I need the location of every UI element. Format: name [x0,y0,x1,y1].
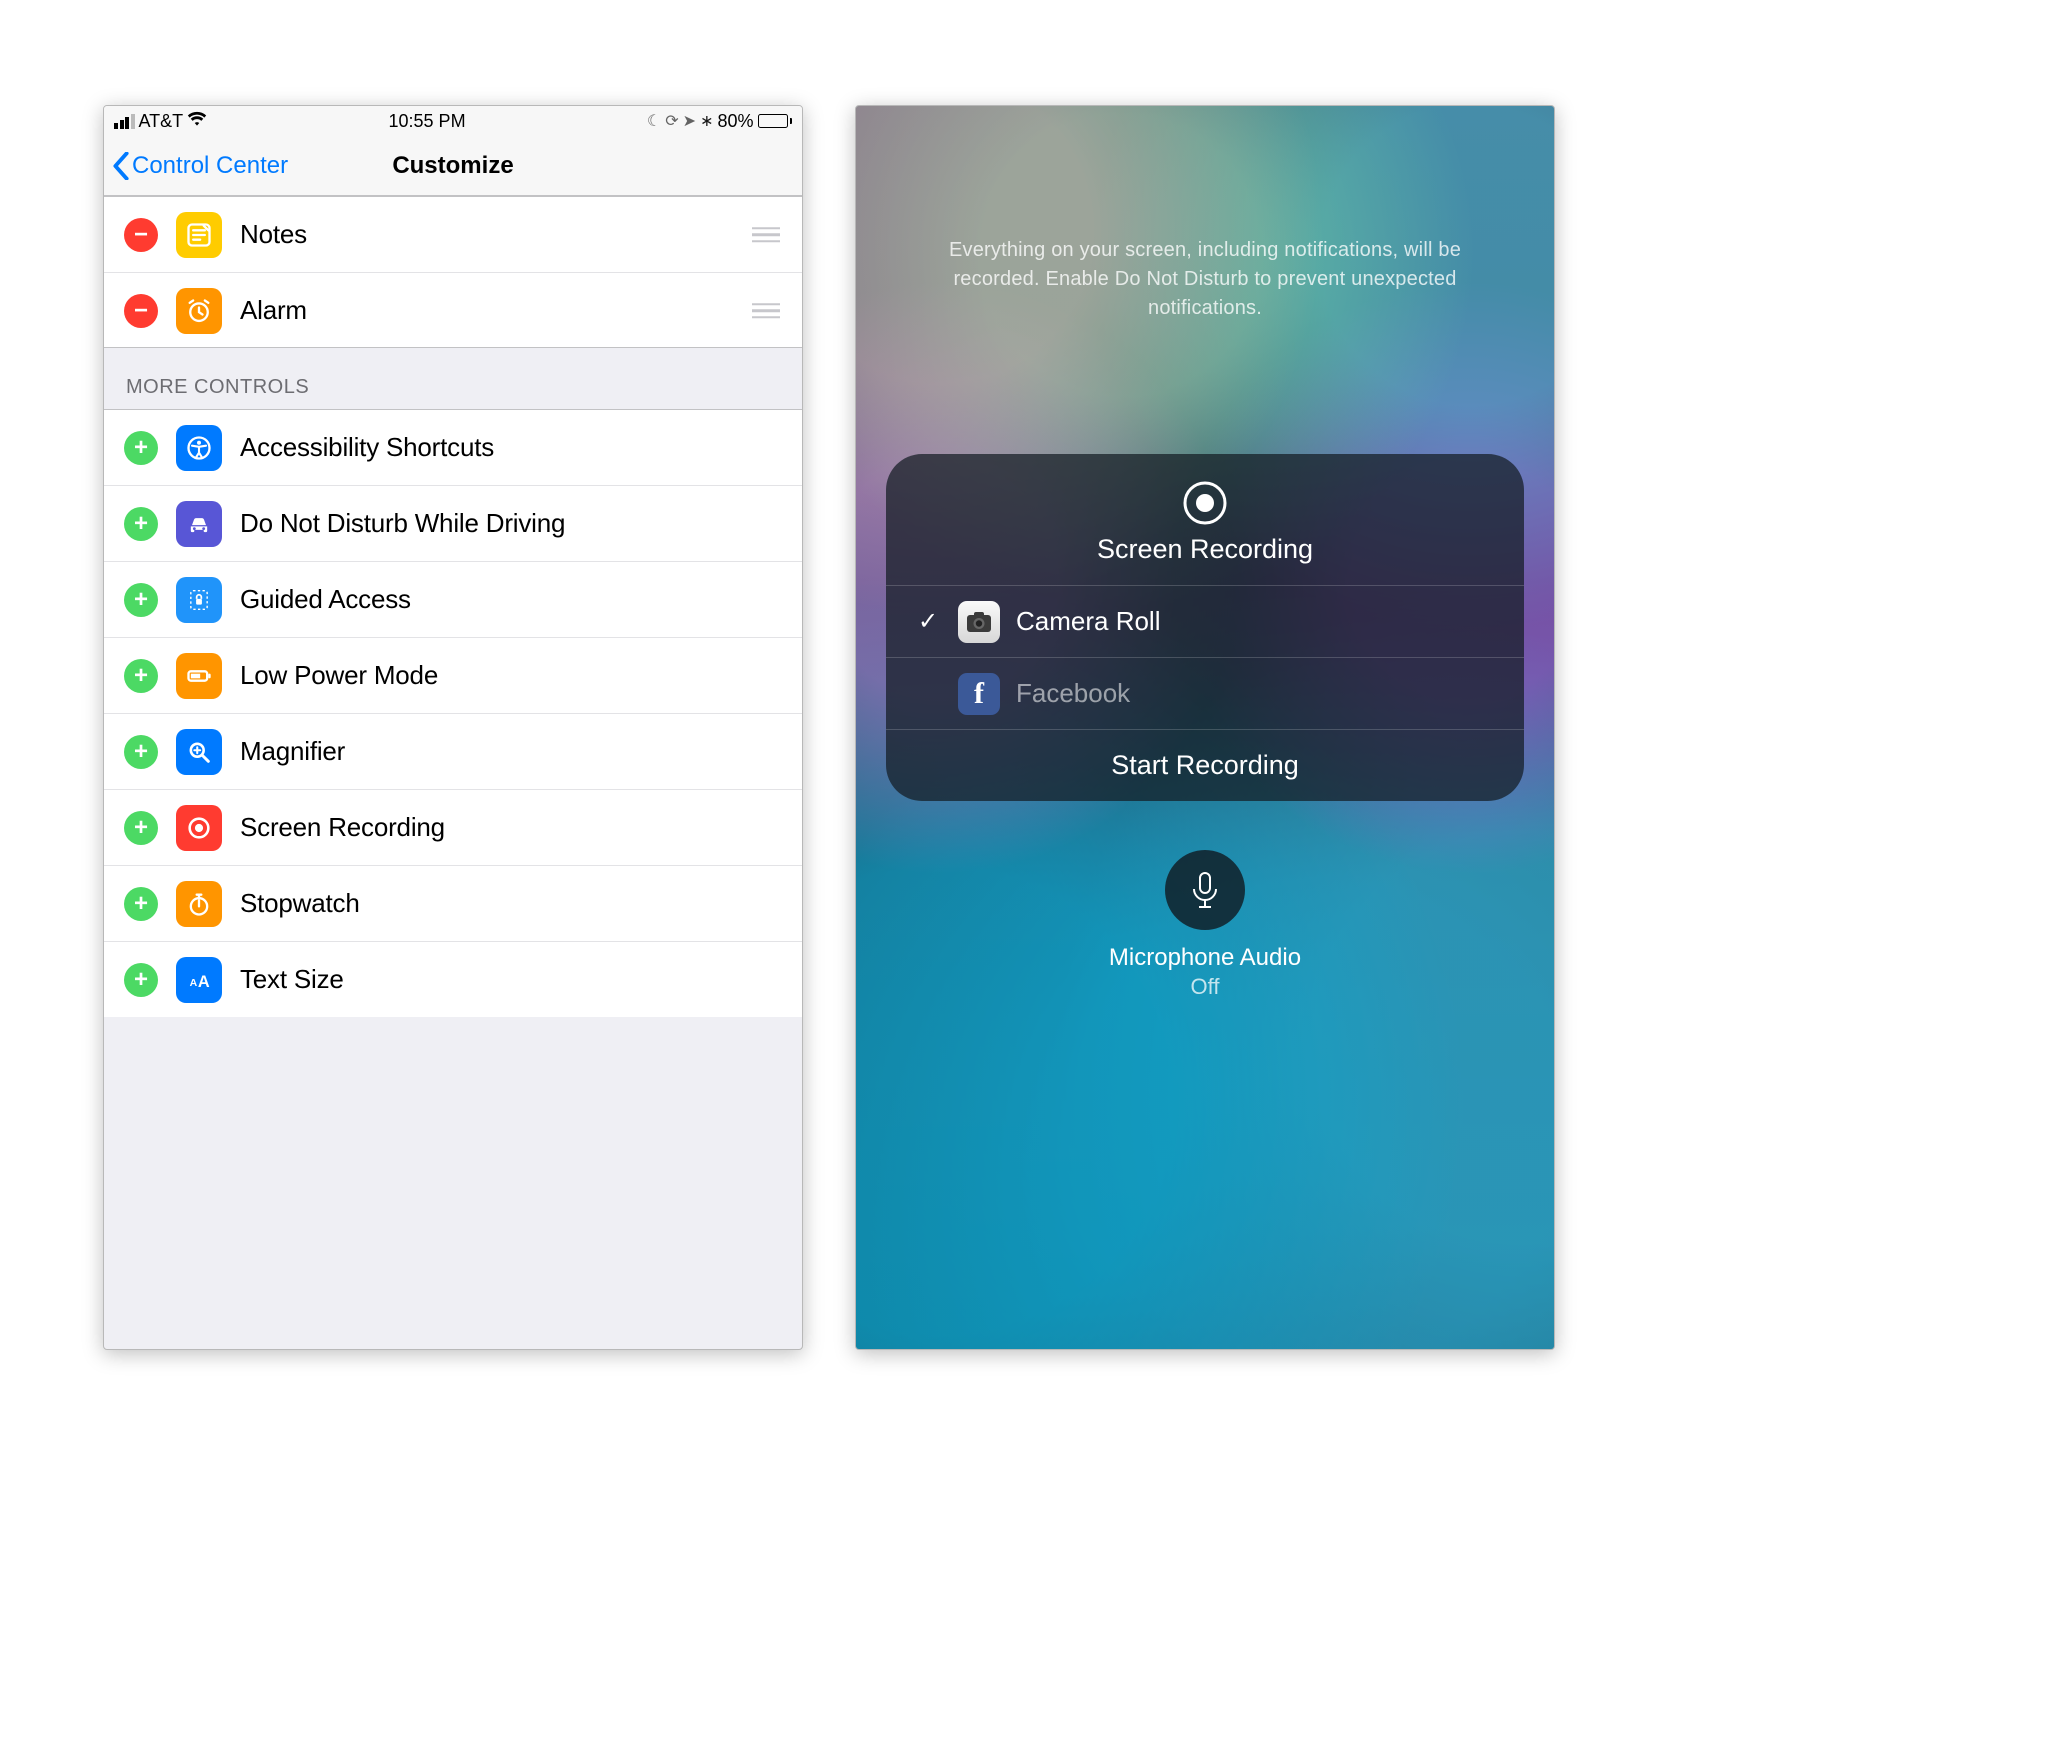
more-controls-header: MORE CONTROLS [104,348,802,409]
remove-button[interactable]: − [124,294,158,328]
more-row-magnifier[interactable]: + Magnifier [104,713,802,789]
row-label: Alarm [240,295,307,326]
screen-recording-icon [176,805,222,851]
add-button[interactable]: + [124,431,158,465]
destination-label: Facebook [1016,678,1130,709]
clock-label: 10:55 PM [389,111,466,132]
low-power-icon [176,653,222,699]
accessibility-icon [176,425,222,471]
row-label: Notes [240,219,307,250]
microphone-icon [1188,870,1222,910]
camera-roll-icon [958,601,1000,643]
notes-icon [176,212,222,258]
add-button[interactable]: + [124,811,158,845]
included-row-notes[interactable]: − Notes [104,196,802,272]
settings-screen: AT&T 10:55 PM ☾ ⟳ ➤ ∗ 80% Control Center… [103,105,803,1350]
screen-recording-popup-screen: Everything on your screen, including not… [855,105,1555,1350]
nav-bar: Control Center Customize [104,136,802,196]
more-controls-group: + Accessibility Shortcuts + Do Not Distu… [104,409,802,1017]
more-row-screen-recording[interactable]: + Screen Recording [104,789,802,865]
included-row-alarm[interactable]: − Alarm [104,272,802,348]
moon-icon: ☾ [647,111,661,131]
more-row-guided-access[interactable]: + Guided Access [104,561,802,637]
microphone-state: Off [856,974,1554,1000]
svg-text:A: A [190,976,198,988]
more-row-stopwatch[interactable]: + Stopwatch [104,865,802,941]
add-button[interactable]: + [124,507,158,541]
more-row-dnd-driving[interactable]: + Do Not Disturb While Driving [104,485,802,561]
row-label: Accessibility Shortcuts [240,432,494,463]
status-bar: AT&T 10:55 PM ☾ ⟳ ➤ ∗ 80% [104,106,802,136]
microphone-toggle-button[interactable] [1165,850,1245,930]
more-row-text-size[interactable]: + AA Text Size [104,941,802,1017]
blurred-background: Everything on your screen, including not… [856,106,1554,1349]
more-row-low-power[interactable]: + Low Power Mode [104,637,802,713]
row-label: Guided Access [240,584,411,615]
svg-text:A: A [198,973,210,991]
card-title: Screen Recording [886,534,1524,565]
remove-button[interactable]: − [124,218,158,252]
chevron-left-icon [112,152,130,180]
battery-icon [758,114,793,128]
text-size-icon: AA [176,957,222,1003]
bluetooth-icon: ∗ [700,111,713,131]
destination-facebook[interactable]: f Facebook [886,657,1524,729]
start-recording-button[interactable]: Start Recording [886,729,1524,801]
row-label: Screen Recording [240,812,445,843]
row-label: Stopwatch [240,888,360,919]
guided-access-icon [176,577,222,623]
drag-handle-icon[interactable] [752,303,780,319]
add-button[interactable]: + [124,659,158,693]
add-button[interactable]: + [124,887,158,921]
add-button[interactable]: + [124,963,158,997]
destination-label: Camera Roll [1016,606,1161,637]
more-row-accessibility-shortcuts[interactable]: + Accessibility Shortcuts [104,409,802,485]
card-header: Screen Recording [886,454,1524,585]
facebook-icon: f [958,673,1000,715]
recording-disclaimer: Everything on your screen, including not… [926,236,1484,323]
microphone-label: Microphone Audio [856,944,1554,972]
back-button[interactable]: Control Center [104,152,288,180]
row-label: Text Size [240,964,344,995]
screen-recording-card: Screen Recording ✓ Camera Roll f Faceboo… [886,454,1524,801]
carrier-label: AT&T [139,111,184,132]
row-label: Magnifier [240,736,345,767]
record-icon [1182,480,1228,526]
add-button[interactable]: + [124,735,158,769]
location-icon: ➤ [683,111,696,131]
row-label: Low Power Mode [240,660,438,691]
microphone-section: Microphone Audio Off [856,850,1554,1000]
add-button[interactable]: + [124,583,158,617]
included-controls-group: − Notes − Alarm [104,196,802,348]
row-label: Do Not Disturb While Driving [240,508,565,539]
destination-camera-roll[interactable]: ✓ Camera Roll [886,585,1524,657]
cell-signal-icon [114,114,135,129]
car-icon [176,501,222,547]
magnifier-icon [176,729,222,775]
alarm-icon [176,288,222,334]
checkmark-icon: ✓ [914,607,942,636]
orientation-lock-icon: ⟳ [665,111,678,131]
wifi-icon [187,111,207,132]
drag-handle-icon[interactable] [752,227,780,243]
stopwatch-icon [176,881,222,927]
battery-pct: 80% [717,111,753,132]
